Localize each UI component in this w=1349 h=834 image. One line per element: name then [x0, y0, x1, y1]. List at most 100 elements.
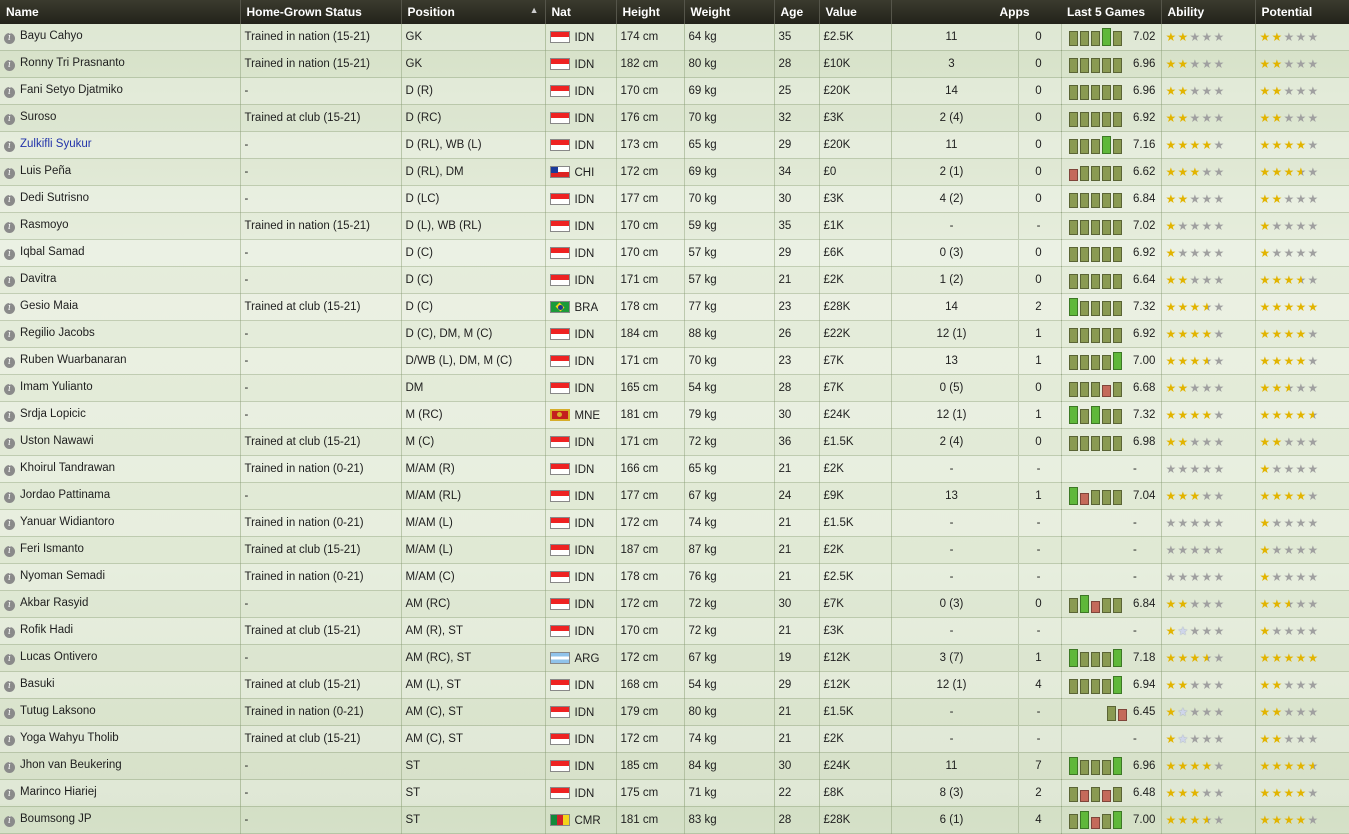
player-name[interactable]: Akbar Rasyid [20, 597, 88, 609]
player-name[interactable]: Nyoman Semadi [20, 570, 105, 582]
player-name[interactable]: Imam Yulianto [20, 381, 93, 393]
table-row[interactable]: i Khoirul Tandrawan Trained in nation (0-2… [0, 455, 1349, 483]
player-name[interactable]: Srdja Lopicic [20, 408, 86, 420]
table-row[interactable]: i Jhon van Beukering - ST IDN 185 cm 84 kg 30 £2… [0, 752, 1349, 780]
col-header-home-grown[interactable]: Home-Grown Status [240, 0, 402, 24]
info-icon[interactable]: i [4, 816, 15, 827]
player-name[interactable]: Jhon van Beukering [20, 759, 122, 771]
info-icon[interactable]: i [4, 735, 15, 746]
info-icon[interactable]: i [4, 573, 15, 584]
table-row[interactable]: i Feri Ismanto Trained at club (15-21) M/AM… [0, 536, 1349, 564]
info-icon[interactable]: i [4, 762, 15, 773]
table-row[interactable]: i Yanuar Widiantoro Trained in nation (0-2… [0, 509, 1349, 537]
col-header-name[interactable]: Name [0, 0, 241, 24]
table-row[interactable]: i Yoga Wahyu Tholib Trained at club (15-21… [0, 725, 1349, 753]
table-row[interactable]: i Gesio Maia Trained at club (15-21) D (C) B… [0, 293, 1349, 321]
info-icon[interactable]: i [4, 276, 15, 287]
player-name[interactable]: Gesio Maia [20, 300, 78, 312]
player-name[interactable]: Ronny Tri Prasnanto [20, 57, 125, 69]
col-header-position[interactable]: Position ▲ [401, 0, 546, 24]
player-name[interactable]: Rasmoyo [20, 219, 69, 231]
info-icon[interactable]: i [4, 411, 15, 422]
col-header-weight[interactable]: Weight [684, 0, 775, 24]
player-name[interactable]: Basuki [20, 678, 55, 690]
col-header-nat[interactable]: Nat [545, 0, 617, 24]
info-icon[interactable]: i [4, 654, 15, 665]
player-name[interactable]: Yanuar Widiantoro [20, 516, 114, 528]
info-icon[interactable]: i [4, 249, 15, 260]
info-icon[interactable]: i [4, 627, 15, 638]
player-name[interactable]: Zulkifli Syukur [20, 138, 92, 150]
table-row[interactable]: i Basuki Trained at club (15-21) AM (L), ST… [0, 671, 1349, 699]
info-icon[interactable]: i [4, 87, 15, 98]
player-name[interactable]: Bayu Cahyo [20, 30, 83, 42]
table-row[interactable]: i Ruben Wuarbanaran - D/WB (L), DM, M (C) ID… [0, 347, 1349, 375]
player-name[interactable]: Fani Setyo Djatmiko [20, 84, 123, 96]
table-row[interactable]: i Dedi Sutrisno - D (LC) IDN 177 cm 70 kg 30 £3K… [0, 185, 1349, 213]
table-row[interactable]: i Lucas Ontivero - AM (RC), ST ARG 172 cm 67 k… [0, 644, 1349, 672]
info-icon[interactable]: i [4, 303, 15, 314]
table-row[interactable]: i Iqbal Samad - D (C) IDN 170 cm 57 kg 29 £6K 0 (… [0, 239, 1349, 267]
player-name[interactable]: Iqbal Samad [20, 246, 85, 258]
info-icon[interactable]: i [4, 681, 15, 692]
table-row[interactable]: i Imam Yulianto - DM IDN 165 cm 54 kg 28 £7K 0 (5… [0, 374, 1349, 402]
info-icon[interactable]: i [4, 141, 15, 152]
info-icon[interactable]: i [4, 708, 15, 719]
table-row[interactable]: i Rasmoyo Trained in nation (15-21) D (L), … [0, 212, 1349, 240]
table-row[interactable]: i Akbar Rasyid - AM (RC) IDN 172 cm 72 kg 30 £7K… [0, 590, 1349, 618]
player-name[interactable]: Luis Peña [20, 165, 71, 177]
table-row[interactable]: i Tutug Laksono Trained in nation (0-21) AM… [0, 698, 1349, 726]
table-row[interactable]: i Fani Setyo Djatmiko - D (R) IDN 170 cm 69 kg… [0, 77, 1349, 105]
col-header-apps[interactable]: Apps [891, 0, 1062, 24]
player-name[interactable]: Regilio Jacobs [20, 327, 95, 339]
table-row[interactable]: i Luis Peña - D (RL), DM CHI 172 cm 69 kg 34 £0 2… [0, 158, 1349, 186]
info-icon[interactable]: i [4, 384, 15, 395]
table-row[interactable]: i Srdja Lopicic - M (RC) MNE 181 cm 79 kg 30 £24… [0, 401, 1349, 429]
player-name[interactable]: Feri Ismanto [20, 543, 84, 555]
info-icon[interactable]: i [4, 33, 15, 44]
info-icon[interactable]: i [4, 465, 15, 476]
col-header-height[interactable]: Height [616, 0, 685, 24]
table-row[interactable]: i Marinco Hiariej - ST IDN 175 cm 71 kg 22 £8K 8 … [0, 779, 1349, 807]
info-icon[interactable]: i [4, 438, 15, 449]
player-name[interactable]: Yoga Wahyu Tholib [20, 732, 119, 744]
player-name[interactable]: Rofik Hadi [20, 624, 73, 636]
player-name[interactable]: Marinco Hiariej [20, 786, 97, 798]
table-row[interactable]: i Zulkifli Syukur - D (RL), WB (L) IDN 173 cm… [0, 131, 1349, 159]
table-row[interactable]: i Bayu Cahyo Trained in nation (15-21) GK ID… [0, 24, 1349, 51]
info-icon[interactable]: i [4, 60, 15, 71]
info-icon[interactable]: i [4, 492, 15, 503]
info-icon[interactable]: i [4, 330, 15, 341]
info-icon[interactable]: i [4, 114, 15, 125]
col-header-age[interactable]: Age [774, 0, 820, 24]
table-row[interactable]: i Nyoman Semadi Trained in nation (0-21) M/… [0, 563, 1349, 591]
player-name[interactable]: Davitra [20, 273, 56, 285]
info-icon[interactable]: i [4, 600, 15, 611]
info-icon[interactable]: i [4, 357, 15, 368]
col-header-potential[interactable]: Potential [1255, 0, 1349, 24]
player-name[interactable]: Dedi Sutrisno [20, 192, 89, 204]
player-name[interactable]: Khoirul Tandrawan [20, 462, 115, 474]
player-name[interactable]: Tutug Laksono [20, 705, 96, 717]
player-name[interactable]: Uston Nawawi [20, 435, 94, 447]
info-icon[interactable]: i [4, 168, 15, 179]
col-header-value[interactable]: Value [819, 0, 892, 24]
info-icon[interactable]: i [4, 222, 15, 233]
player-name[interactable]: Suroso [20, 111, 56, 123]
table-row[interactable]: i Davitra - D (C) IDN 171 cm 57 kg 21 £2K 1 (2) 0 6… [0, 266, 1349, 294]
player-name[interactable]: Lucas Ontivero [20, 651, 97, 663]
table-row[interactable]: i Boumsong JP - ST CMR 181 cm 83 kg 28 £28K 6 (1)… [0, 806, 1349, 834]
table-row[interactable]: i Rofik Hadi Trained at club (15-21) AM (R)… [0, 617, 1349, 645]
player-name[interactable]: Boumsong JP [20, 813, 92, 825]
table-row[interactable]: i Ronny Tri Prasnanto Trained in nation (1… [0, 50, 1349, 78]
info-icon[interactable]: i [4, 195, 15, 206]
table-row[interactable]: i Jordao Pattinama - M/AM (RL) IDN 177 cm 67 k… [0, 482, 1349, 510]
table-row[interactable]: i Uston Nawawi Trained at club (15-21) M (C… [0, 428, 1349, 456]
table-row[interactable]: i Regilio Jacobs - D (C), DM, M (C) IDN 184 c… [0, 320, 1349, 348]
col-header-last5[interactable]: Last 5 Games [1061, 0, 1162, 24]
player-name[interactable]: Ruben Wuarbanaran [20, 354, 127, 366]
info-icon[interactable]: i [4, 519, 15, 530]
col-header-ability[interactable]: Ability [1161, 0, 1256, 24]
info-icon[interactable]: i [4, 546, 15, 557]
player-name[interactable]: Jordao Pattinama [20, 489, 110, 501]
